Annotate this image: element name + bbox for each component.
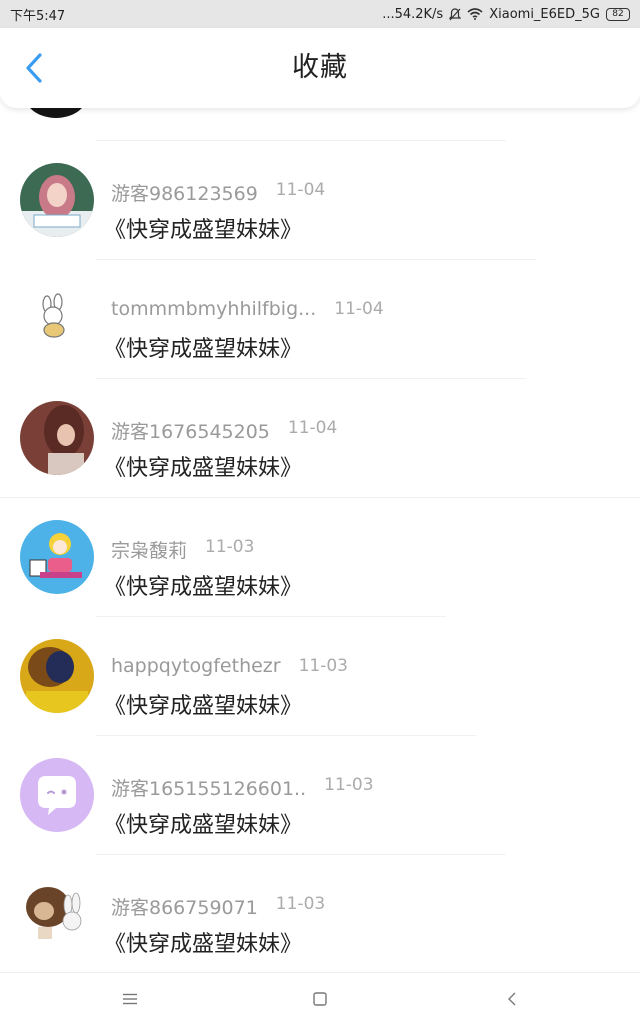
home-square-icon	[313, 992, 327, 1006]
back-arrow-icon	[508, 992, 516, 1006]
menu-icon	[123, 993, 137, 1005]
list-item[interactable]: 游客866759071 11-03 《快穿成盛望妹妹》	[0, 855, 640, 970]
home-button[interactable]	[306, 985, 334, 1013]
item-meta: tommmbmyhhilfbig... 11-04	[111, 298, 384, 320]
item-meta: happqytogfethezr 11-03	[111, 655, 348, 677]
item-title: 《快穿成盛望妹妹》	[104, 218, 303, 243]
chevron-left-icon	[26, 53, 42, 83]
item-username: 游客866759071	[111, 897, 258, 919]
item-meta: 宗枭馥莉 11-03	[111, 536, 254, 563]
list-item[interactable]: tommmbmyhhilfbig... 11-04 《快穿成盛望妹妹》	[0, 260, 640, 378]
item-date: 11-04	[275, 180, 326, 200]
item-meta: 游客866759071 11-03	[111, 893, 325, 920]
item-title: 《快穿成盛望妹妹》	[104, 813, 303, 838]
page-title: 收藏	[292, 52, 348, 83]
item-date: 11-03	[324, 775, 374, 795]
battery-icon: 82	[606, 7, 630, 21]
item-title: 《快穿成盛望妹妹》	[104, 456, 303, 481]
item-username: happqytogfethezr	[111, 655, 281, 677]
girl-photo-avatar	[20, 163, 94, 237]
item-date: 11-04	[334, 299, 384, 319]
cartoon-girl-avatar	[20, 520, 94, 594]
item-title: 《快穿成盛望妹妹》	[104, 694, 303, 719]
wifi-icon	[467, 8, 483, 20]
item-username: 游客165155126601..	[111, 778, 307, 800]
item-username: 宗枭馥莉	[111, 540, 188, 562]
item-date: 11-03	[275, 894, 326, 914]
yellow-photo-avatar	[20, 639, 94, 713]
network-speed: ...54.2K/s	[382, 6, 444, 22]
item-username: 游客986123569	[111, 183, 258, 205]
battery-level: 82	[612, 8, 624, 19]
item-username: tommmbmyhhilfbig...	[111, 298, 317, 320]
list-item[interactable]: happqytogfethezr 11-03 《快穿成盛望妹妹》	[0, 617, 640, 735]
wifi-name: Xiaomi_E6ED_5G	[489, 6, 600, 22]
list-item[interactable]: 宗枭馥莉 11-03 《快穿成盛望妹妹》	[0, 498, 640, 616]
list-item[interactable]: 游客986123569 11-04 《快穿成盛望妹妹》	[0, 141, 640, 259]
system-back-button[interactable]	[498, 985, 526, 1013]
woman-photo-avatar	[20, 401, 94, 475]
item-username: 游客1676545205	[111, 421, 270, 443]
item-title: 《快穿成盛望妹妹》	[104, 337, 303, 362]
navigation-bar	[0, 972, 640, 1024]
status-bar: 下午5:47 ...54.2K/s Xiaomi_E6ED_5G 82	[0, 0, 640, 28]
header: 收藏	[0, 28, 640, 108]
item-date: 11-03	[205, 537, 255, 557]
favorites-list: 游客986123569 11-04 《快穿成盛望妹妹》 tommmbmyhhil…	[0, 90, 640, 970]
status-indicators: ...54.2K/s Xiaomi_E6ED_5G 82	[382, 7, 630, 22]
bunny-sketch-avatar	[20, 282, 94, 356]
bell-muted-icon	[449, 7, 462, 20]
item-date: 11-04	[287, 418, 338, 438]
back-button[interactable]	[16, 50, 52, 86]
item-title: 《快穿成盛望妹妹》	[104, 575, 303, 600]
menu-button[interactable]	[116, 985, 144, 1013]
item-meta: 游客986123569 11-04	[111, 179, 325, 206]
chat-bubble-avatar	[20, 758, 94, 832]
list-item[interactable]: 游客165155126601.. 11-03 《快穿成盛望妹妹》	[0, 736, 640, 854]
item-meta: 游客1676545205 11-04	[111, 417, 337, 444]
item-meta: 游客165155126601.. 11-03	[111, 774, 374, 801]
list-item[interactable]: 游客1676545205 11-04 《快穿成盛望妹妹》	[0, 379, 640, 497]
item-title: 《快穿成盛望妹妹》	[104, 932, 303, 957]
status-time: 下午5:47	[10, 8, 66, 24]
cartoon-pets-avatar	[20, 877, 94, 951]
item-date: 11-03	[298, 656, 348, 676]
